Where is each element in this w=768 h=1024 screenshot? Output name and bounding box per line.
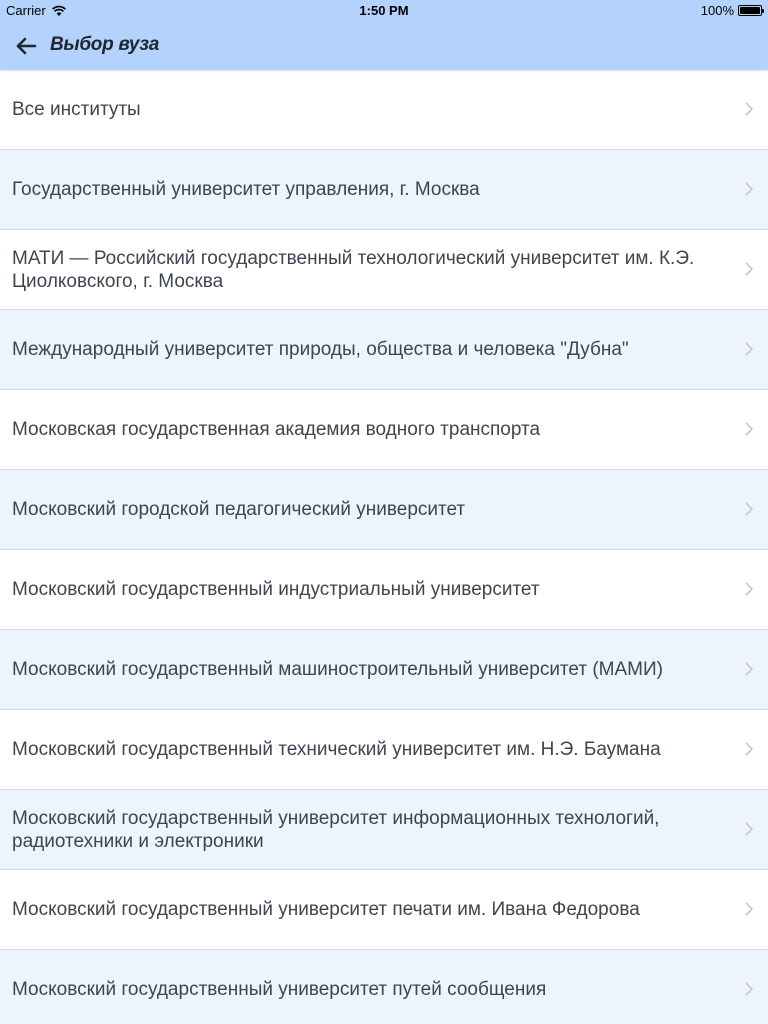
chevron-right-icon [745,662,754,676]
arrow-left-icon [16,37,37,55]
list-item[interactable]: Московский государственный технический у… [0,710,768,790]
list-item[interactable]: Московский государственный университет и… [0,790,768,870]
university-list: Все институты Государственный университе… [0,70,768,1024]
list-item[interactable]: Все институты [0,70,768,150]
chevron-right-icon [745,902,754,916]
list-item-label: Московский государственный машиностроите… [12,659,663,680]
list-item[interactable]: Международный университет природы, общес… [0,310,768,390]
list-item-label: Московский государственный университет п… [12,979,547,1000]
nav-bar: Выбор вуза [0,22,768,70]
list-item-label: Московский государственный университет п… [12,899,640,920]
chevron-right-icon [745,982,754,996]
battery-icon [738,5,764,16]
chevron-right-icon [745,742,754,756]
back-button[interactable] [8,28,44,64]
list-item[interactable]: МАТИ — Российский государственный технол… [0,230,768,310]
status-time: 1:50 PM [359,3,409,18]
list-item[interactable]: Государственный университет управления, … [0,150,768,230]
list-item[interactable]: Московский государственный университет п… [0,870,768,950]
chevron-right-icon [745,342,754,356]
list-item[interactable]: Московский государственный индустриальны… [0,550,768,630]
chevron-right-icon [745,822,754,836]
status-bar: Carrier 1:50 PM 100% [0,0,768,22]
list-item-label: Московский государственный технический у… [12,739,661,760]
list-item-label: Государственный университет управления, … [12,179,480,200]
list-item-label: Международный университет природы, общес… [12,339,629,360]
list-item[interactable]: Московский государственный машиностроите… [0,630,768,710]
list-item[interactable]: Московская государственная академия водн… [0,390,768,470]
list-item[interactable]: Московский городской педагогический унив… [0,470,768,550]
list-item-label: Московская государственная академия водн… [12,419,541,440]
status-right: 100% [700,3,764,18]
chevron-right-icon [745,502,754,516]
chevron-right-icon [745,262,754,276]
page-title: Выбор вуза [50,34,160,55]
battery-percent: 100% [700,3,734,18]
list-item-label: Все институты [12,99,141,120]
chevron-right-icon [745,582,754,596]
list-item-label: Московский государственный индустриальны… [12,579,540,600]
list-item-label: Московский городской педагогический унив… [12,499,466,520]
chevron-right-icon [745,182,754,196]
list-item-label: Московский государственный университет и… [12,807,660,852]
list-item-label: МАТИ — Российский государственный технол… [12,247,695,292]
chevron-right-icon [745,422,754,436]
list-item[interactable]: Московский государственный университет п… [0,950,768,1024]
chevron-right-icon [745,102,754,116]
